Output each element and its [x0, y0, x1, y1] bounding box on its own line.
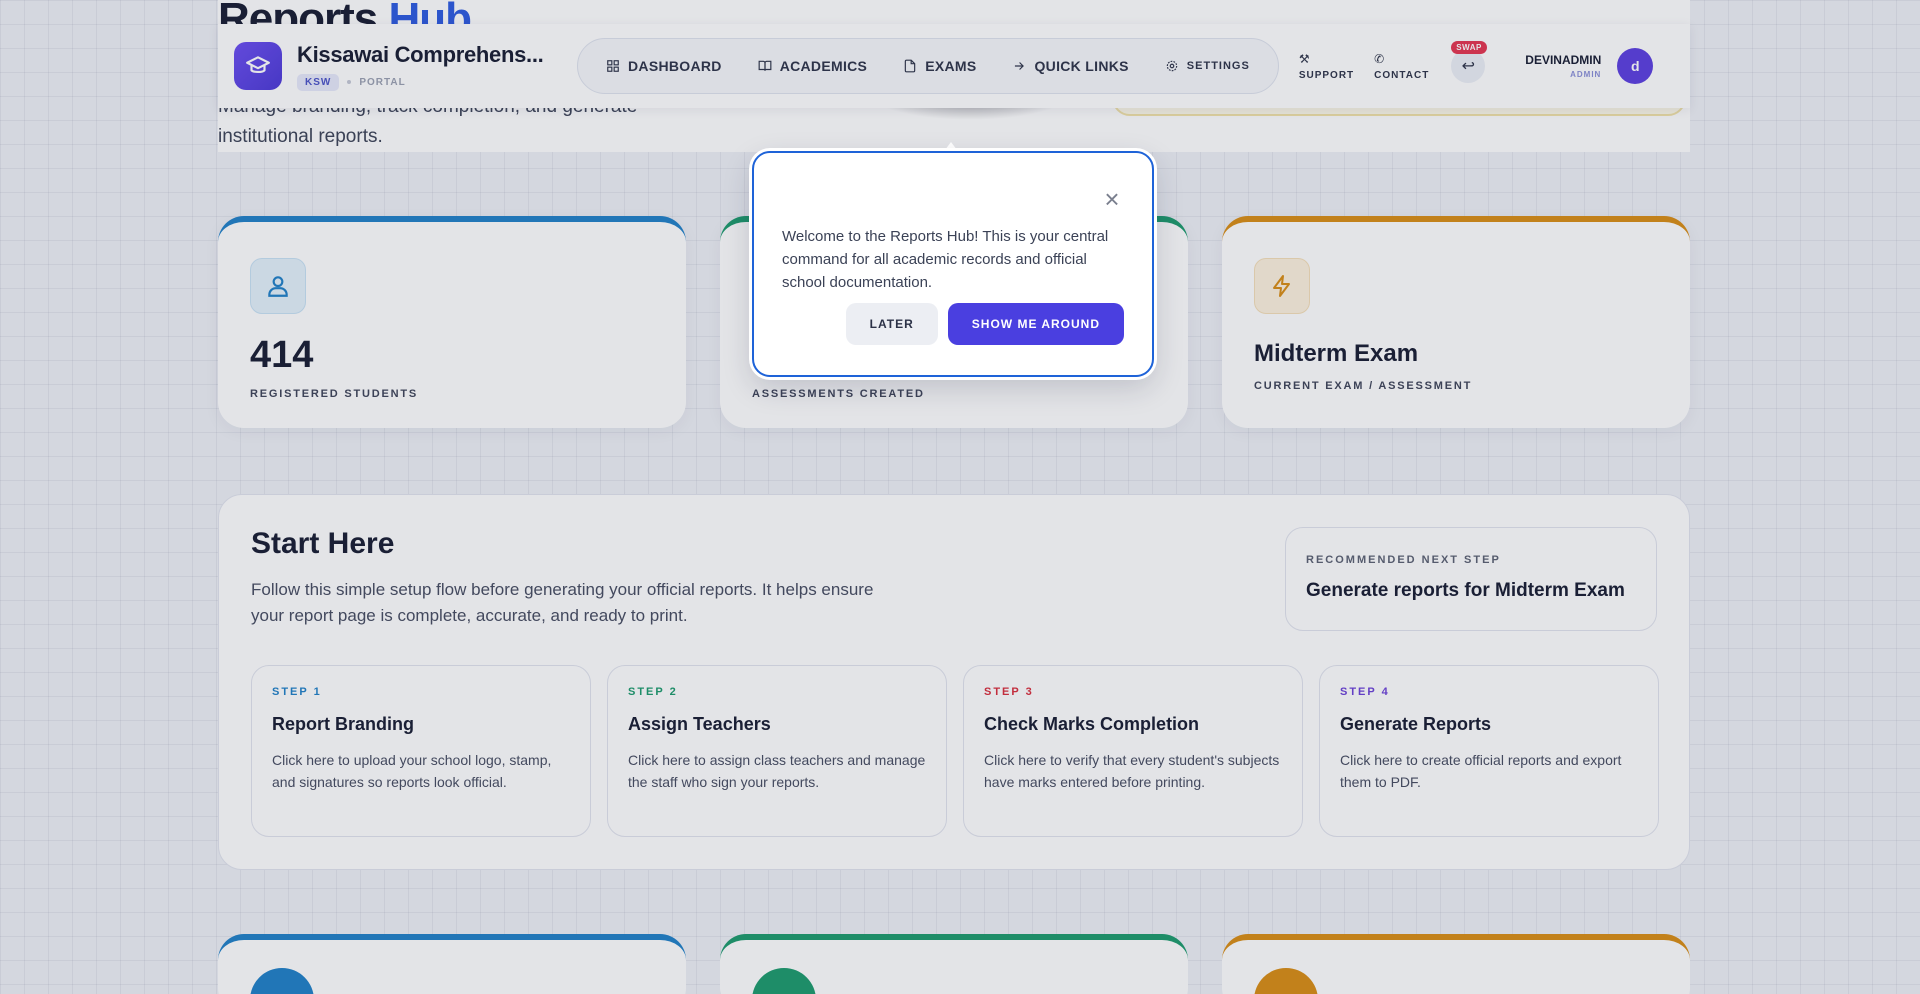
tour-overlay[interactable]	[0, 0, 1920, 994]
show-me-around-button[interactable]: SHOW ME AROUND	[947, 303, 1124, 345]
later-button[interactable]: LATER	[845, 303, 938, 345]
popover-arrow	[945, 142, 957, 150]
popover-actions: LATER SHOW ME AROUND	[845, 303, 1124, 345]
welcome-message: Welcome to the Reports Hub! This is your…	[782, 228, 1109, 291]
welcome-popover: × Welcome to the Reports Hub! This is yo…	[752, 151, 1154, 377]
page: Reports Hub Manage branding, track compl…	[0, 0, 1920, 994]
close-icon[interactable]: ×	[1102, 186, 1122, 212]
